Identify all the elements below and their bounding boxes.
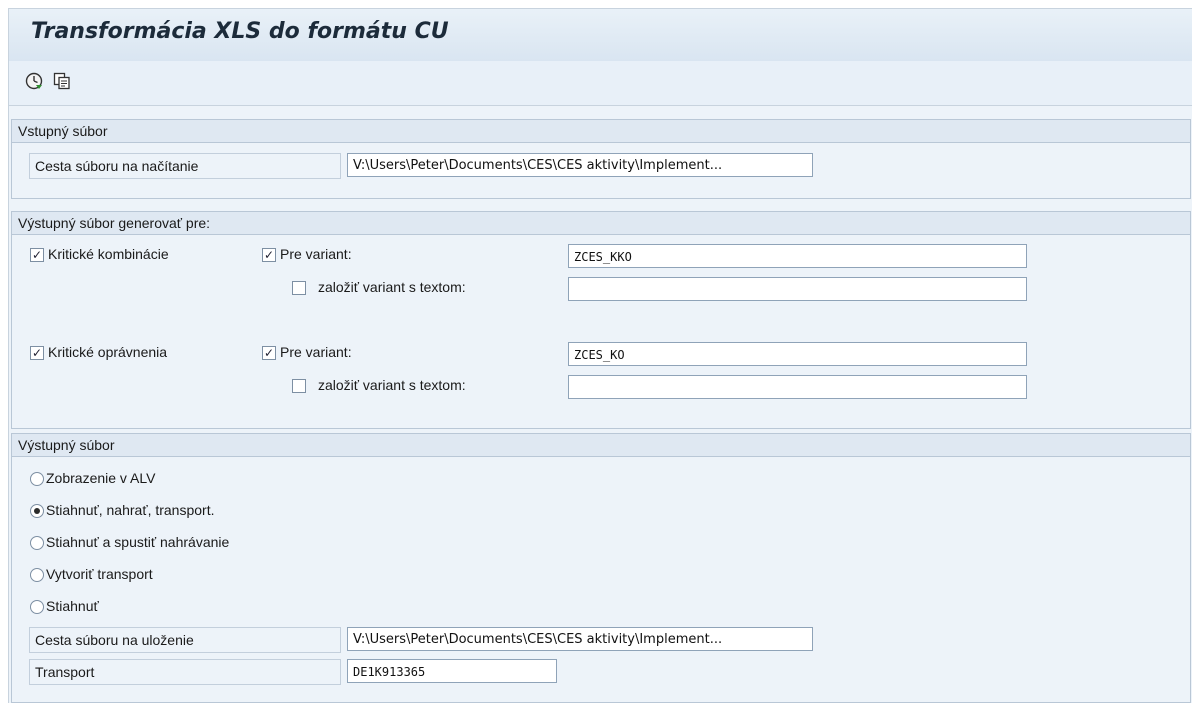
radio-download-run-recording-label: Stiahnuť a spustiť nahrávanie [46,534,230,550]
ko-create-variant-input[interactable] [568,375,1027,399]
ko-variant-checkbox[interactable]: ✓ [262,346,276,360]
ko-create-variant-checkbox[interactable] [292,379,306,393]
radio-download-label: Stiahnuť [46,598,99,614]
radio-display-alv[interactable] [30,472,44,486]
radio-create-transport[interactable] [30,568,44,582]
radio-download-upload-transport-label: Stiahnuť, nahrať, transport. [46,502,215,518]
get-variant-icon[interactable] [53,72,71,90]
generate-for-group: Výstupný súbor generovať pre: ✓ Kritické… [11,211,1191,429]
input-file-group: Vstupný súbor Cesta súboru na načítanie … [11,119,1191,199]
critical-combinations-checkbox[interactable]: ✓ [30,248,44,262]
critical-authorizations-label: Kritické oprávnenia [48,344,168,360]
kko-variant-label: Pre variant: [280,246,352,262]
title-bar: Transformácia XLS do formátu CU [9,9,1192,61]
kko-variant-input[interactable]: ZCES_KKO [568,244,1027,268]
kko-create-variant-checkbox[interactable] [292,281,306,295]
window-frame: Transformácia XLS do formátu CU Vstupný … [8,8,1192,703]
save-path-label: Cesta súboru na uloženie [29,627,341,653]
transport-label: Transport [29,659,341,685]
kko-create-variant-label: založiť variant s textom: [318,279,466,295]
radio-download[interactable] [30,600,44,614]
page-title: Transformácia XLS do formátu CU [31,19,449,44]
radio-create-transport-label: Vytvoriť transport [46,566,153,582]
application-toolbar [9,61,1192,106]
critical-authorizations-checkbox[interactable]: ✓ [30,346,44,360]
save-path-input[interactable]: V:\Users\Peter\Documents\CES\CES aktivit… [347,627,813,651]
generate-for-group-title: Výstupný súbor generovať pre: [12,212,1190,235]
load-path-label: Cesta súboru na načítanie [29,153,341,179]
transport-input[interactable]: DE1K913365 [347,659,557,683]
load-path-input[interactable]: V:\Users\Peter\Documents\CES\CES aktivit… [347,153,813,177]
execute-icon[interactable] [25,72,43,90]
output-file-group: Výstupný súbor Zobrazenie v ALV Stiahnuť… [11,433,1191,703]
radio-download-run-recording[interactable] [30,536,44,550]
ko-variant-input[interactable]: ZCES_KO [568,342,1027,366]
radio-display-alv-label: Zobrazenie v ALV [46,470,156,486]
ko-variant-label: Pre variant: [280,344,352,360]
ko-create-variant-label: založiť variant s textom: [318,377,466,393]
output-file-group-title: Výstupný súbor [12,434,1190,457]
critical-combinations-label: Kritické kombinácie [48,246,169,262]
radio-download-upload-transport[interactable] [30,504,44,518]
kko-create-variant-input[interactable] [568,277,1027,301]
kko-variant-checkbox[interactable]: ✓ [262,248,276,262]
input-file-group-title: Vstupný súbor [12,120,1190,143]
